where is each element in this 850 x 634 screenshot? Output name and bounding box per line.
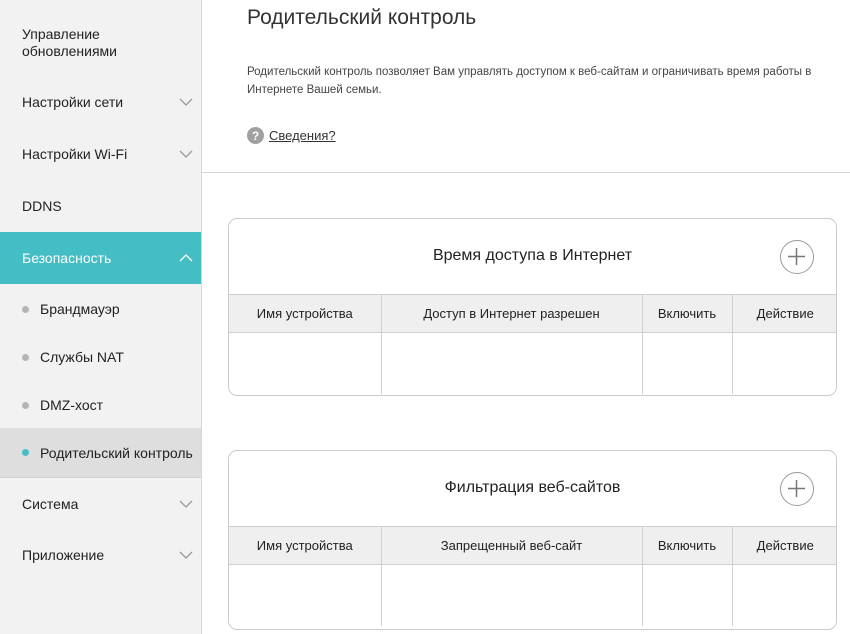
- column-header: Запрещенный веб-сайт: [381, 527, 643, 565]
- chevron-down-icon: [179, 95, 193, 109]
- sidebar-divider: [0, 477, 201, 478]
- page-title: Родительский контроль: [247, 6, 477, 29]
- sidebar-item-label: Службы NAT: [40, 349, 124, 365]
- add-button[interactable]: [780, 240, 814, 274]
- help-link[interactable]: Сведения?: [269, 128, 336, 143]
- sidebar-item-label: Настройки сети: [22, 94, 124, 110]
- website-filter-panel: Фильтрация веб-сайтов Имя устройства Зап…: [228, 450, 837, 630]
- chevron-up-icon: [179, 251, 193, 265]
- sidebar-item-label: DMZ-хост: [40, 397, 104, 413]
- table-header-row: Имя устройства Запрещенный веб-сайт Вклю…: [229, 527, 836, 565]
- panel-header: Время доступа в Интернет: [229, 219, 836, 295]
- page-description: Родительский контроль позволяет Вам упра…: [247, 66, 812, 96]
- sidebar-subitem-dmz[interactable]: DMZ-хост: [0, 384, 201, 426]
- column-header: Включить: [642, 295, 733, 333]
- dot-icon: [22, 401, 29, 409]
- chevron-down-icon: [179, 548, 193, 562]
- help-link-row[interactable]: ? Сведения?: [247, 127, 336, 144]
- column-header: Действие: [732, 527, 836, 565]
- access-time-table: Имя устройства Доступ в Интернет разреше…: [229, 295, 836, 394]
- plus-circle-icon: [788, 248, 805, 265]
- column-header: Действие: [732, 295, 836, 333]
- dot-icon: [22, 449, 29, 456]
- table-row: [229, 332, 836, 394]
- sidebar-item-label: обновлениями: [22, 43, 117, 59]
- table-header-row: Имя устройства Доступ в Интернет разреше…: [229, 295, 836, 333]
- sidebar-item-label: Брандмауэр: [40, 301, 120, 317]
- header-divider: [202, 172, 850, 173]
- sidebar-item-label: Безопасность: [22, 250, 112, 266]
- table-cell: [381, 332, 643, 394]
- website-filter-table: Имя устройства Запрещенный веб-сайт Вклю…: [229, 527, 836, 626]
- table-cell: [642, 332, 733, 394]
- sidebar-item-network[interactable]: Настройки сети: [0, 80, 201, 124]
- sidebar: Управление обновлениями Настройки сети Н…: [0, 0, 202, 634]
- panel-title: Фильтрация веб-сайтов: [444, 479, 621, 496]
- sidebar-item-security[interactable]: Безопасность: [0, 232, 201, 284]
- sidebar-item-application[interactable]: Приложение: [0, 533, 201, 577]
- table-cell: [732, 564, 836, 626]
- sidebar-item-label: Приложение: [22, 547, 105, 563]
- table-cell: [732, 332, 836, 394]
- sidebar-item-ddns[interactable]: DDNS: [0, 184, 201, 228]
- add-button[interactable]: [780, 472, 814, 506]
- sidebar-subitem-nat[interactable]: Службы NAT: [0, 336, 201, 378]
- table-cell: [642, 564, 733, 626]
- sidebar-item-label: Управление: [22, 26, 100, 42]
- sidebar-item-wifi[interactable]: Настройки Wi-Fi: [0, 132, 201, 176]
- panel-title: Время доступа в Интернет: [432, 247, 633, 264]
- chevron-down-icon: [179, 147, 193, 161]
- table-cell: [229, 332, 382, 394]
- sidebar-item-updates[interactable]: Управление обновлениями: [0, 16, 201, 70]
- sidebar-item-label: Настройки Wi-Fi: [22, 146, 128, 162]
- column-header: Доступ в Интернет разрешен: [381, 295, 643, 333]
- chevron-down-icon: [179, 497, 193, 511]
- sidebar-item-label: DDNS: [22, 198, 62, 214]
- panel-header: Фильтрация веб-сайтов: [229, 451, 836, 527]
- column-header: Имя устройства: [229, 295, 382, 333]
- sidebar-subitem-parental-control[interactable]: Родительский контроль: [0, 428, 201, 477]
- sidebar-item-label: Родительский контроль: [40, 444, 193, 461]
- question-circle-icon: ?: [247, 127, 264, 144]
- sidebar-item-system[interactable]: Система: [0, 482, 201, 526]
- sidebar-subitem-firewall[interactable]: Брандмауэр: [0, 288, 201, 330]
- column-header: Включить: [642, 527, 733, 565]
- column-header: Имя устройства: [229, 527, 382, 565]
- plus-circle-icon: [788, 480, 805, 497]
- table-cell: [381, 564, 643, 626]
- sidebar-item-label: Система: [22, 496, 79, 512]
- table-cell: [229, 564, 382, 626]
- dot-icon: [22, 305, 29, 313]
- internet-access-time-panel: Время доступа в Интернет Имя устройства …: [228, 218, 837, 396]
- dot-icon: [22, 353, 29, 361]
- table-row: [229, 564, 836, 626]
